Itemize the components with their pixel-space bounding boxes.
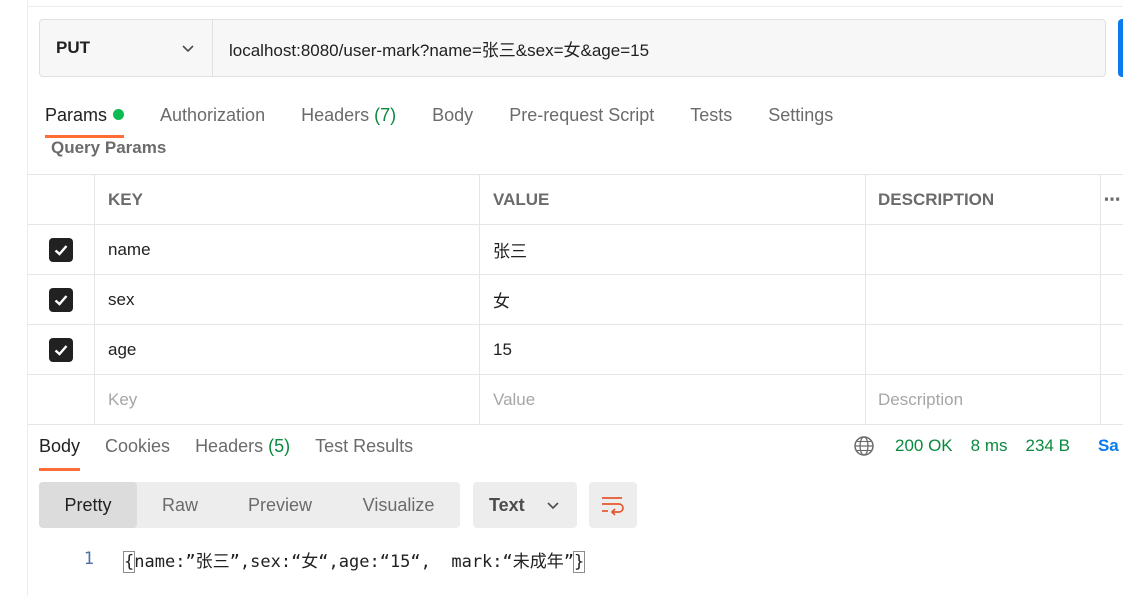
method-select[interactable]: PUT	[40, 20, 213, 76]
tab-response-body[interactable]: Body	[39, 433, 81, 471]
tab-body[interactable]: Body	[432, 100, 473, 138]
view-mode-segmented: Pretty Raw Preview Visualize	[39, 482, 460, 528]
checkmark-icon	[54, 344, 67, 356]
query-params-table: KEY VALUE DESCRIPTION ⋯ name 张三 sex 女 ag…	[27, 174, 1123, 425]
param-description-cell[interactable]	[866, 325, 1101, 374]
chevron-down-icon	[547, 502, 559, 510]
param-description-cell[interactable]	[866, 225, 1101, 274]
new-description-input[interactable]: Description	[866, 375, 1101, 424]
column-header-description: DESCRIPTION	[866, 175, 1101, 224]
view-raw[interactable]: Raw	[137, 482, 223, 528]
column-header-key: KEY	[95, 175, 480, 224]
param-value-cell[interactable]: 15	[480, 325, 866, 374]
tab-test-results[interactable]: Test Results	[315, 433, 413, 471]
chevron-down-icon	[182, 45, 194, 53]
response-time[interactable]: 8 ms	[971, 436, 1008, 456]
query-params-title: Query Params	[51, 138, 167, 157]
param-key-cell[interactable]: age	[95, 325, 480, 374]
globe-icon[interactable]	[853, 435, 875, 457]
tab-cookies[interactable]: Cookies	[105, 433, 170, 471]
response-body-text[interactable]: {name:”张三”,sex:“女“,age:“15“, mark:“未成年”}	[122, 547, 586, 573]
tab-response-headers[interactable]: Headers (5)	[195, 433, 290, 471]
response-size[interactable]: 234 B	[1026, 436, 1070, 456]
response-body-line: 1 {name:”张三”,sex:“女“,age:“15“, mark:“未成年…	[39, 545, 586, 573]
param-value-cell[interactable]: 张三	[480, 225, 866, 274]
status-code[interactable]: 200 OK	[895, 436, 953, 456]
line-number: 1	[83, 549, 94, 569]
tab-prerequest-script[interactable]: Pre-request Script	[509, 100, 654, 138]
new-key-input[interactable]: Key	[95, 375, 480, 424]
request-url-bar: PUT localhost:8080/user-mark?name=张三&sex…	[39, 19, 1106, 77]
open-brace: {	[122, 550, 136, 573]
param-key-cell[interactable]: sex	[95, 275, 480, 324]
table-header-row: KEY VALUE DESCRIPTION ⋯	[27, 174, 1123, 224]
url-input[interactable]: localhost:8080/user-mark?name=张三&sex=女&a…	[213, 20, 649, 76]
tab-tests[interactable]: Tests	[690, 100, 732, 138]
checkmark-icon	[54, 244, 67, 256]
view-pretty[interactable]: Pretty	[39, 482, 137, 528]
table-row: age 15	[27, 324, 1123, 374]
request-tabs: Params Authorization Headers (7) Body Pr…	[45, 100, 869, 140]
checkmark-icon	[54, 294, 67, 306]
param-key-cell[interactable]: name	[95, 225, 480, 274]
headers-count: (7)	[374, 105, 397, 125]
table-row: sex 女	[27, 274, 1123, 324]
response-tabs: Body Cookies Headers (5) Test Results	[39, 433, 438, 471]
params-active-dot	[113, 109, 125, 120]
format-label: Text	[489, 494, 525, 515]
save-response-button[interactable]: Sa	[1098, 436, 1119, 456]
param-value-cell[interactable]: 女	[480, 275, 866, 324]
param-description-cell[interactable]	[866, 275, 1101, 324]
view-preview[interactable]: Preview	[223, 482, 337, 528]
header-check-cell	[27, 175, 95, 224]
tab-params[interactable]: Params	[45, 100, 125, 138]
send-button[interactable]	[1118, 19, 1123, 77]
tab-settings[interactable]: Settings	[768, 100, 833, 138]
new-value-input[interactable]: Value	[480, 375, 866, 424]
left-gutter	[0, 0, 28, 596]
row-checkbox[interactable]	[48, 287, 73, 312]
close-brace: }	[572, 550, 586, 573]
tab-authorization[interactable]: Authorization	[160, 100, 265, 138]
column-header-value: VALUE	[480, 175, 866, 224]
response-body-content: name:”张三”,sex:“女“,age:“15“, mark:“未成年”	[134, 551, 575, 572]
table-row-empty: Key Value Description	[27, 374, 1123, 425]
row-checkbox[interactable]	[48, 237, 73, 262]
wrap-lines-button[interactable]	[589, 482, 637, 528]
table-row: name 张三	[27, 224, 1123, 274]
tab-headers[interactable]: Headers (7)	[301, 100, 396, 138]
response-status-bar: 200 OK 8 ms 234 B Sa	[853, 433, 1119, 459]
format-select[interactable]: Text	[473, 482, 577, 528]
response-headers-count: (5)	[268, 436, 291, 456]
wrap-lines-icon	[602, 497, 624, 516]
more-options-icon[interactable]: ⋯	[1101, 175, 1123, 224]
top-strip	[27, 0, 1123, 7]
view-visualize[interactable]: Visualize	[337, 482, 460, 528]
method-label: PUT	[56, 38, 90, 57]
row-checkbox[interactable]	[48, 337, 73, 362]
